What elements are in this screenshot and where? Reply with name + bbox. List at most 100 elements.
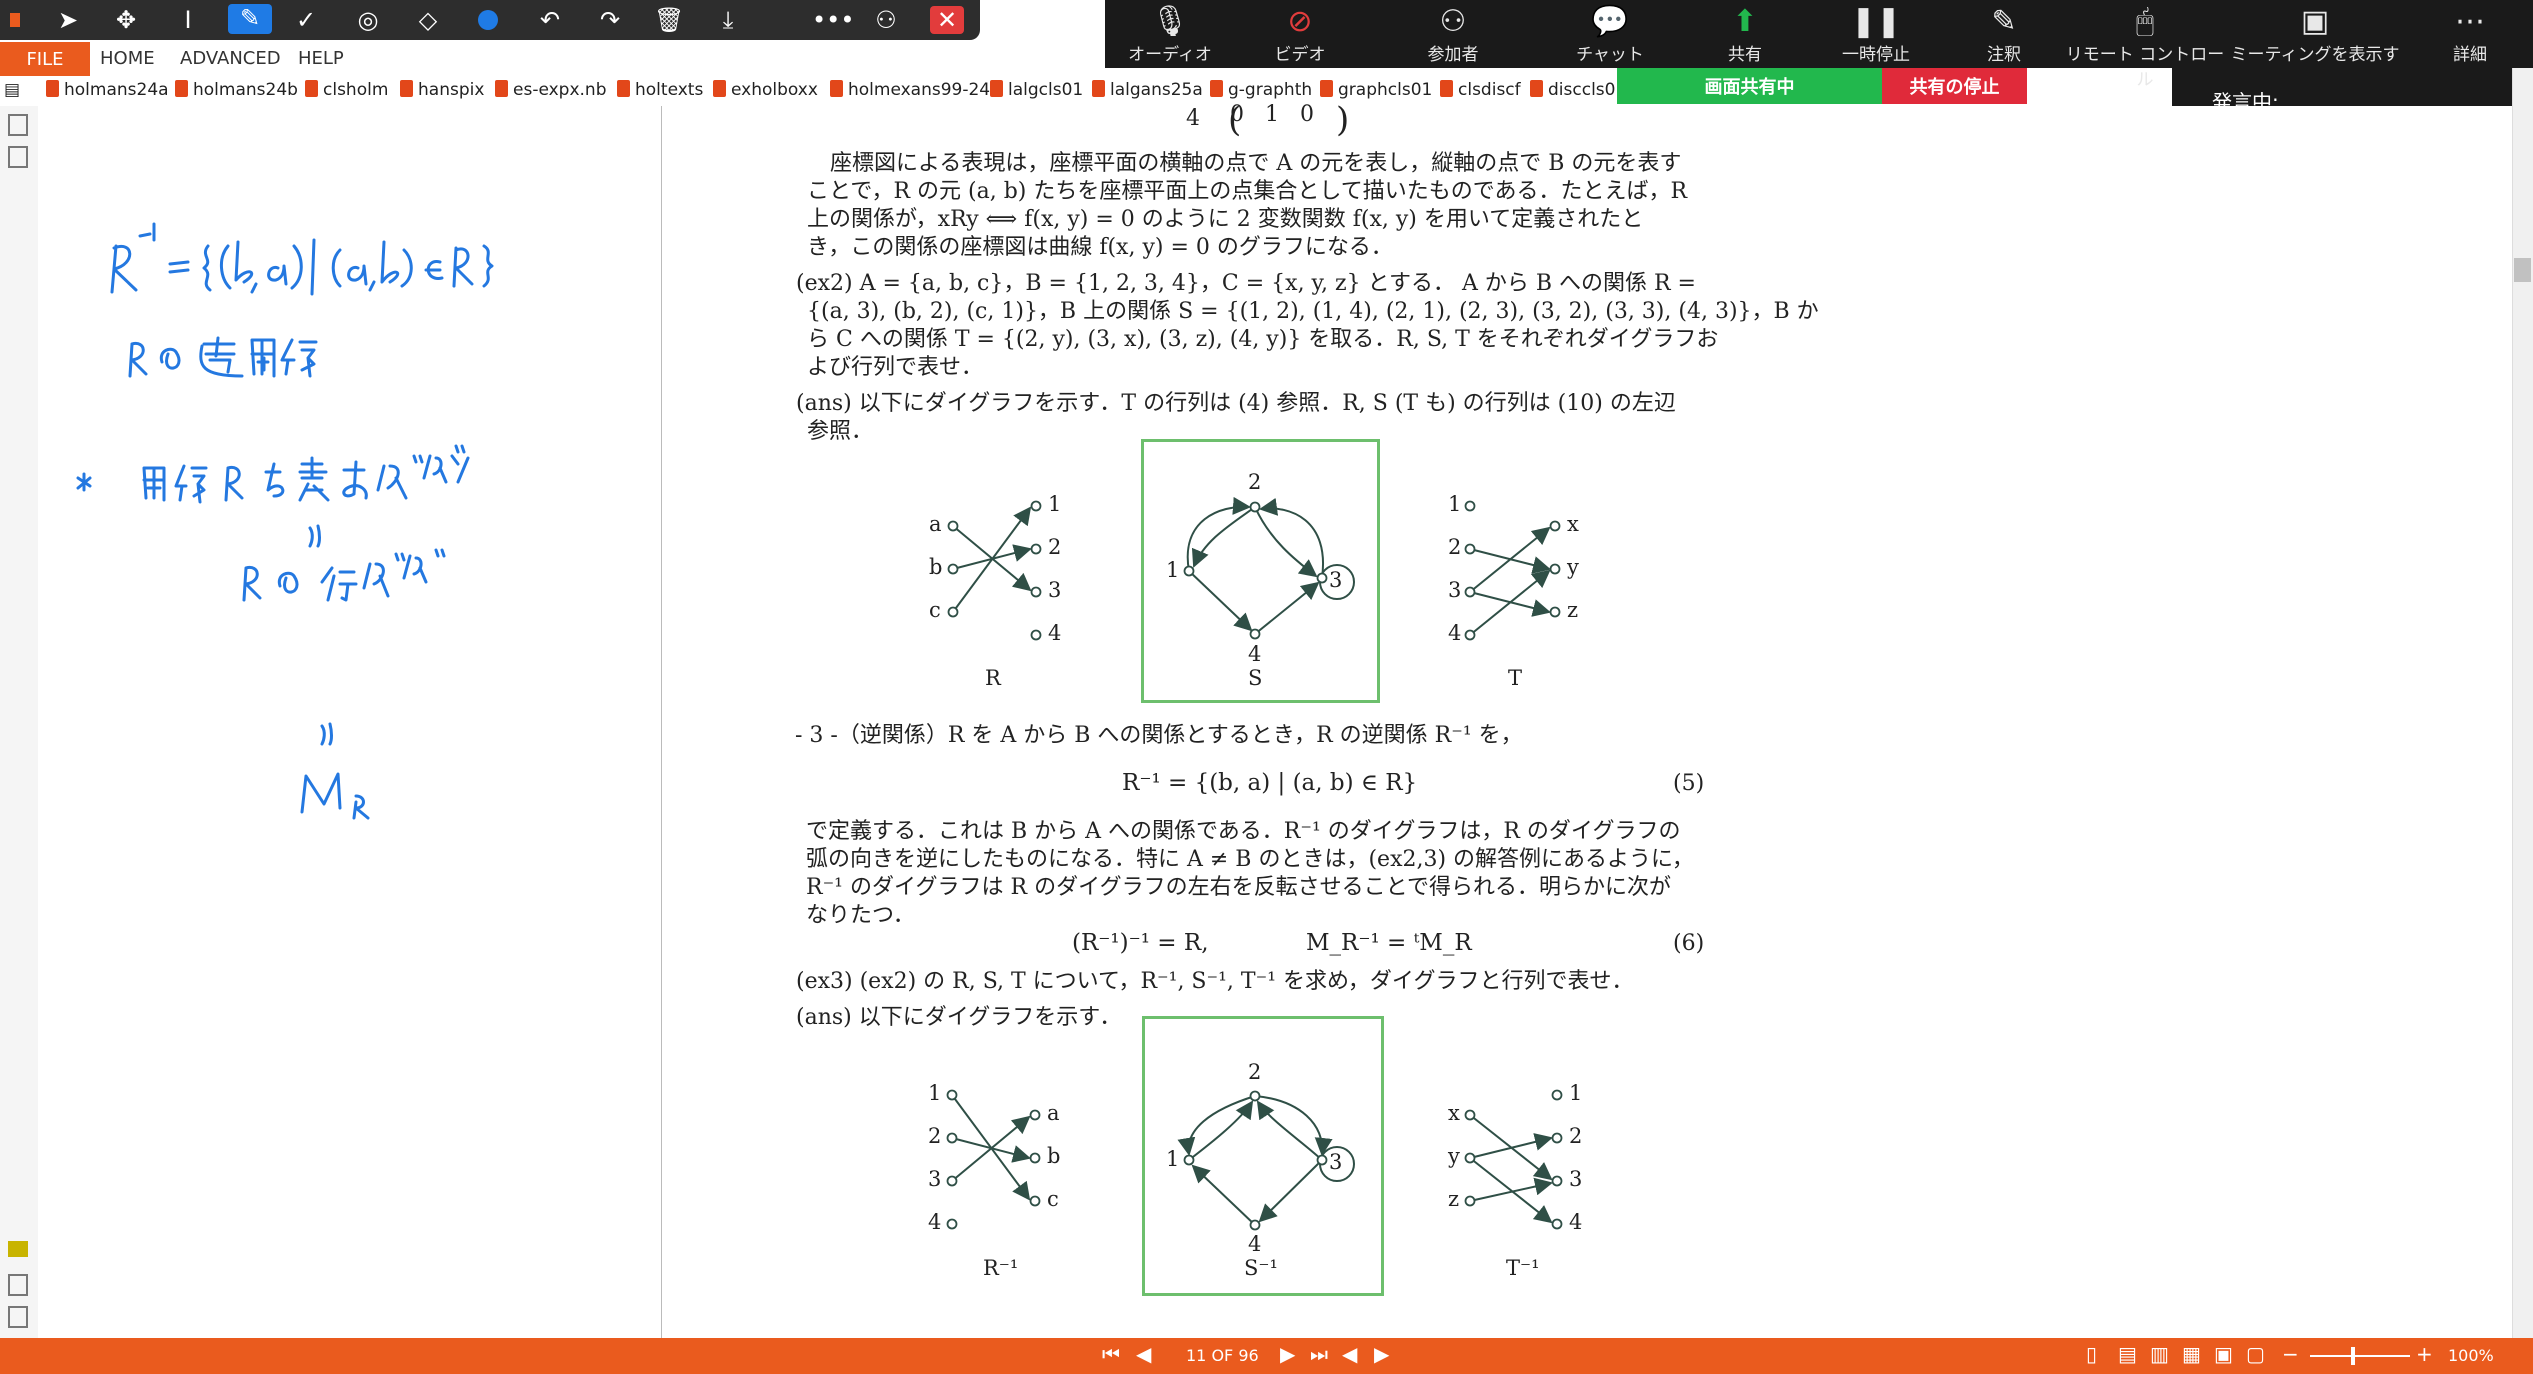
close-icon[interactable]: ✕ [930,6,964,34]
ink-stroke [202,244,212,292]
menu-home[interactable]: HOME [100,48,155,69]
ink-stroke [450,444,470,484]
chat-button[interactable]: 💬 チャット [1545,4,1675,65]
eraser-icon[interactable]: ◇ [414,6,442,34]
screen-sharing-status[interactable]: 画面共有中 [1617,68,1882,104]
ex2-line1: (ex2) A = {a, b, c}，B = {1, 2, 3, 4}，C =… [796,271,1696,296]
zoom-slider-thumb[interactable] [2351,1347,2355,1365]
more-icon[interactable]: ••• [812,6,854,34]
pen-icon[interactable]: ✎ [228,4,272,34]
audio-button[interactable]: 🎙 オーディオ [1105,4,1235,65]
zoom-out-icon[interactable]: − [2282,1342,2299,1366]
continuous-icon[interactable]: ▤ [2118,1342,2137,1366]
read-mode-icon[interactable]: ▢ [2246,1342,2265,1366]
microphone-icon: 🎙 [1150,4,1190,39]
fullscreen-icon[interactable]: ▣ [2214,1342,2233,1366]
tab-lalgcls01[interactable]: lalgcls01 [990,80,1083,100]
tab-holmexans[interactable]: holmexans99-24 [830,80,990,100]
continuous-facing-icon[interactable]: ▦ [2182,1342,2201,1366]
tab-es-expx[interactable]: es-expx.nb [495,80,607,100]
pause-icon: ❚❚ [1850,4,1902,39]
para1-line3: 上の関係が，xRy ⟺ f(x, y) = 0 のように 2 変数関数 f(x,… [807,207,1644,232]
ink-stroke [264,462,285,498]
tab-holtexts[interactable]: holtexts [617,80,703,100]
color-dot-icon[interactable] [474,6,502,34]
ink-stroke [224,465,244,502]
handwriting-svg [76,222,494,820]
file-menu[interactable]: FILE [0,42,90,76]
annotate-button[interactable]: ✎ 注釈 [1939,4,2069,65]
ink-stroke [308,524,321,548]
first-page-icon[interactable]: ⏮ [1102,1342,1120,1366]
pages-icon[interactable] [8,114,28,136]
annotate-icon: ✎ [1991,4,2017,39]
share-person-icon[interactable]: ⚇ [872,6,900,34]
forward-view-icon[interactable]: ▶ [1374,1342,1389,1366]
check-icon[interactable]: ✓ [292,6,320,34]
ex2-line4: よび行列で表せ． [807,355,984,380]
scrollbar-thumb[interactable] [2514,258,2531,282]
last-page-icon[interactable]: ⏭ [1310,1342,1328,1366]
left-sidebar [0,106,39,1338]
video-off-icon: ⊘ [1287,4,1313,39]
pause-button[interactable]: ❚❚ 一時停止 [1811,4,1941,65]
stamp-icon[interactable]: ◎ [354,6,382,34]
whiteboard-canvas[interactable] [38,106,661,1338]
participants-icon: ⚇ [1439,4,1467,39]
menu-advanced[interactable]: ADVANCED [180,48,281,69]
app-logo-icon [10,13,20,27]
select-arrow-icon[interactable]: ➤ [54,6,82,34]
attachments-icon[interactable] [8,1274,28,1296]
ink-stroke [277,571,299,594]
tab-holmans24a[interactable]: holmans24a [46,80,169,100]
redo-icon[interactable]: ↷ [596,6,624,34]
back-view-icon[interactable]: ◀ [1342,1342,1357,1366]
comments-icon[interactable] [8,1241,28,1257]
zoom-level[interactable]: 100% [2448,1346,2494,1365]
pdf-file-icon [1440,80,1453,97]
ink-stroke [159,347,181,370]
tab-holmans24b[interactable]: holmans24b [175,80,298,100]
stop-sharing-button[interactable]: 共有の停止 [1882,68,2027,104]
trash-icon[interactable]: 🗑 [654,6,684,34]
tab-clsholm[interactable]: clsholm [305,80,388,100]
layers-icon[interactable] [8,1306,28,1328]
tab-hanspix[interactable]: hanspix [400,80,484,100]
video-button[interactable]: ⊘ ビデオ [1235,4,1365,65]
tab-disccls01[interactable]: disccls01 [1530,80,1626,100]
text-cursor-icon[interactable]: I [174,6,202,34]
participants-button[interactable]: ⚇ 参加者 [1388,4,1518,65]
zoom-slider-track[interactable] [2310,1355,2410,1357]
para2-line4: なりたつ． [806,903,915,928]
download-icon[interactable]: ⤓ [714,6,742,34]
ink-stroke [128,341,148,378]
undo-icon[interactable]: ↶ [536,6,564,34]
para1-line1: 座標図による表現は，座標平面の横軸の点で A の元を表し，縦軸の点で B の元を… [830,151,1682,176]
menu-help[interactable]: HELP [298,48,344,69]
matrix-right-paren: ) [1336,100,1350,140]
ink-stroke [347,264,368,286]
share-button[interactable]: ⬆ 共有 [1680,4,1810,65]
ink-stroke [362,552,406,598]
facing-icon[interactable]: ▥ [2150,1342,2169,1366]
tab-clsdiscf[interactable]: clsdiscf [1440,80,1521,100]
bookmarks-icon[interactable] [8,146,28,168]
single-page-icon[interactable]: ▯ [2086,1342,2097,1366]
prev-page-icon[interactable]: ◀ [1136,1342,1151,1366]
move-icon[interactable]: ✥ [112,6,140,34]
zoom-in-icon[interactable]: + [2416,1342,2433,1366]
next-page-icon[interactable]: ▶ [1280,1342,1295,1366]
ink-stroke [142,466,166,502]
more-button[interactable]: ⋯ 詳細 [2425,4,2515,65]
tab-exholboxx[interactable]: exholboxx [713,80,818,100]
tab-lalgans25a[interactable]: lalgans25a [1092,80,1203,100]
pdf-file-icon [1092,80,1105,97]
tab-graphcls01[interactable]: graphcls01 [1320,80,1432,100]
pdf-file-icon [1530,80,1543,97]
annotation-toolbar: ➤ ✥ I ✎ ✓ ◎ ◇ ↶ ↷ 🗑 ⤓ ••• ⚇ ✕ [0,0,980,40]
ink-stroke [352,794,370,820]
tab-g-graphth[interactable]: g-graphth [1210,80,1312,100]
page-indicator[interactable]: 11 OF 96 [1186,1346,1259,1365]
tabs-list-icon[interactable]: ▤ [4,80,20,100]
ink-stroke [424,260,444,280]
